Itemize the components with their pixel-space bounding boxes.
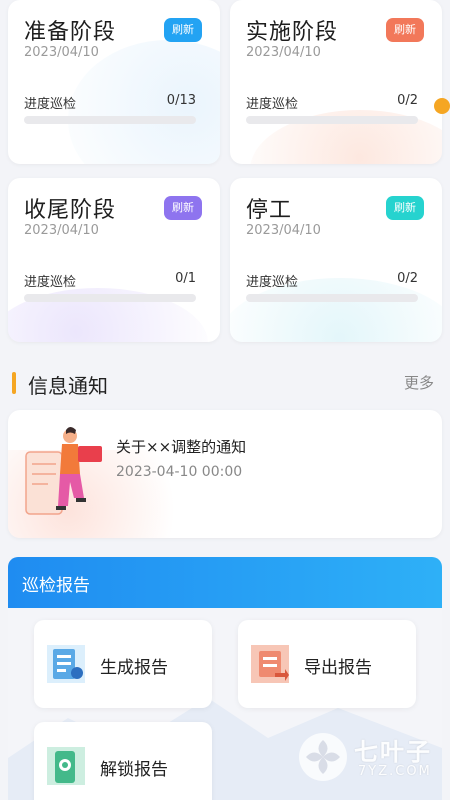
info-section-header: 信息通知 更多 xyxy=(0,366,450,400)
progress-label: 进度巡检 xyxy=(24,97,77,112)
progress-count: 0/1 xyxy=(175,271,196,286)
stage-date: 2023/04/10 xyxy=(246,45,321,60)
progress-label: 进度巡检 xyxy=(246,275,299,290)
watermark-text: 七叶子 xyxy=(354,738,432,766)
section-accent-bar xyxy=(12,372,16,394)
progress-bar xyxy=(24,116,196,124)
export-report-label: 导出报告 xyxy=(304,658,372,678)
stage-date: 2023/04/10 xyxy=(246,223,321,238)
refresh-badge[interactable]: 刷新 xyxy=(164,196,202,220)
refresh-badge[interactable]: 刷新 xyxy=(386,196,424,220)
unlock-report-button[interactable]: 解锁报告 xyxy=(34,722,212,800)
stage-date: 2023/04/10 xyxy=(24,45,99,60)
export-report-button[interactable]: 导出报告 xyxy=(238,620,416,708)
stage-date: 2023/04/10 xyxy=(24,223,99,238)
progress-label: 进度巡检 xyxy=(246,97,299,112)
progress-count: 0/13 xyxy=(166,93,196,108)
refresh-badge[interactable]: 刷新 xyxy=(164,18,202,42)
stage-title: 停工 xyxy=(246,198,293,223)
orange-dot xyxy=(434,98,450,114)
progress-bar xyxy=(246,294,418,302)
progress-count: 0/2 xyxy=(397,271,418,286)
notice-item[interactable]: 关于××调整的通知 2023-04-10 00:00 xyxy=(8,410,442,538)
report-section-title: 巡检报告 xyxy=(22,576,90,596)
notice-title: 关于××调整的通知 xyxy=(116,438,247,456)
stage-title: 准备阶段 xyxy=(24,20,117,45)
export-report-icon xyxy=(251,645,289,683)
watermark-subtext: 7YZ.COM xyxy=(358,764,432,779)
stage-card-closing[interactable]: 收尾阶段 2023/04/10 刷新 进度巡检 0/1 xyxy=(8,178,220,342)
leaf-logo-icon xyxy=(299,733,347,781)
stage-card-prepare[interactable]: 准备阶段 2023/04/10 刷新 进度巡检 0/13 xyxy=(8,0,220,164)
report-section-header: 巡检报告 xyxy=(8,557,442,608)
progress-count: 0/2 xyxy=(397,93,418,108)
progress-bar xyxy=(246,116,418,124)
generate-report-icon xyxy=(47,645,85,683)
stage-title: 收尾阶段 xyxy=(24,198,117,223)
site-watermark: 七叶子 7YZ.COM xyxy=(296,728,446,788)
generate-report-button[interactable]: 生成报告 xyxy=(34,620,212,708)
more-link[interactable]: 更多 xyxy=(404,372,434,393)
section-title: 信息通知 xyxy=(28,374,108,398)
generate-report-label: 生成报告 xyxy=(100,658,168,678)
progress-bar xyxy=(24,294,196,302)
reading-person-icon xyxy=(25,427,102,515)
stage-card-suspended[interactable]: 停工 2023/04/10 刷新 进度巡检 0/2 xyxy=(230,178,442,342)
refresh-badge[interactable]: 刷新 xyxy=(386,18,424,42)
unlock-report-label: 解锁报告 xyxy=(100,760,168,780)
unlock-report-icon xyxy=(47,747,85,785)
progress-label: 进度巡检 xyxy=(24,275,77,290)
notice-time: 2023-04-10 00:00 xyxy=(116,464,243,480)
stage-card-implement[interactable]: 实施阶段 2023/04/10 刷新 进度巡检 0/2 xyxy=(230,0,442,164)
stage-title: 实施阶段 xyxy=(246,20,339,45)
